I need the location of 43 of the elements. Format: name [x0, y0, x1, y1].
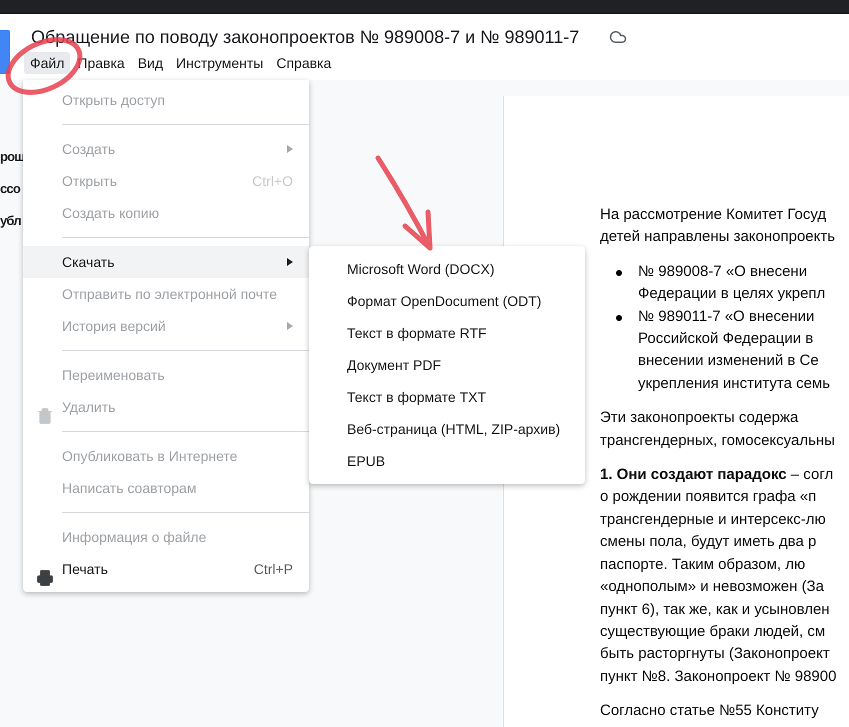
- document-text-line: трансгендерные и интерсекс-лю: [600, 510, 827, 530]
- document-text-line: пункт 6), так же, как и усыновлен: [600, 600, 831, 620]
- document-text-line: Согласно статье №55 Конститу: [600, 701, 820, 722]
- document-text-line: «однополым» и невозможен (За: [600, 577, 825, 598]
- document-text-line: существующие браки людей, см: [600, 622, 826, 642]
- document-text-line: укрепления института семь: [638, 374, 832, 394]
- menu-item[interactable]: Печать Ctrl+P: [23, 553, 309, 585]
- menu-tab[interactable]: Инструменты: [170, 52, 270, 74]
- outline-item[interactable]: ссо: [0, 178, 20, 200]
- document-text-line: № 989008-7 «О внесени: [638, 262, 808, 282]
- bullet-icon: [616, 270, 622, 276]
- printer-icon: [36, 569, 54, 587]
- menu-item[interactable]: Скачать: [23, 246, 309, 278]
- submenu-item[interactable]: Текст в формате TXT: [309, 381, 585, 413]
- bullet-icon: [616, 314, 622, 321]
- document-title[interactable]: Обращение по поводу законопроектов № 989008-7 и № 989011-7: [31, 25, 580, 49]
- document-text-line: Федерации в целях укрепл: [638, 284, 826, 304]
- document-text-line: Российской Федерации в: [638, 329, 814, 350]
- menu-tab[interactable]: Вид: [132, 52, 170, 74]
- trash-icon: [36, 407, 54, 425]
- submenu-item[interactable]: Формат OpenDocument (ODT): [309, 285, 585, 317]
- document-text-line: На рассмотрение Комитет Госуд: [600, 205, 828, 225]
- document-text-line: № 989011-7 «О внесении: [638, 306, 816, 327]
- cloud-icon[interactable]: [609, 28, 628, 46]
- outline-item[interactable]: убл: [0, 210, 21, 232]
- document-text-line: детей направлены законопроекть: [600, 227, 836, 248]
- document-text-line: Эти законопроекты содержа: [600, 408, 800, 428]
- submenu-item[interactable]: EPUB: [309, 445, 585, 477]
- document-text-line: трансгендерных, гомосексуальны: [600, 430, 836, 451]
- document-text-line: паспорте. Таким образом, лю: [600, 554, 806, 575]
- document-text-line: 1. Они создают парадокс – согл: [600, 465, 834, 486]
- menu-tab[interactable]: Справка: [270, 52, 338, 74]
- submenu-item[interactable]: Веб-страница (HTML, ZIP-архив): [309, 413, 585, 445]
- menu-tab[interactable]: Файл: [24, 52, 70, 74]
- submenu-item[interactable]: Документ PDF: [309, 349, 585, 381]
- docs-logo-icon: [0, 30, 10, 74]
- document-text-line: внесении изменений в Се: [638, 351, 820, 372]
- document-text-line: смены пола, будут иметь два р: [600, 532, 818, 552]
- submenu-item[interactable]: Текст в формате RTF: [309, 317, 585, 349]
- document-text-line: о рождении появится графа «п: [600, 487, 818, 508]
- document-text-line: пункт №8. Законопроект № 98900: [600, 666, 838, 687]
- document-text-line: быть расторгнуты (Законопроект: [600, 644, 831, 664]
- submenu-item[interactable]: Microsoft Word (DOCX): [309, 253, 585, 285]
